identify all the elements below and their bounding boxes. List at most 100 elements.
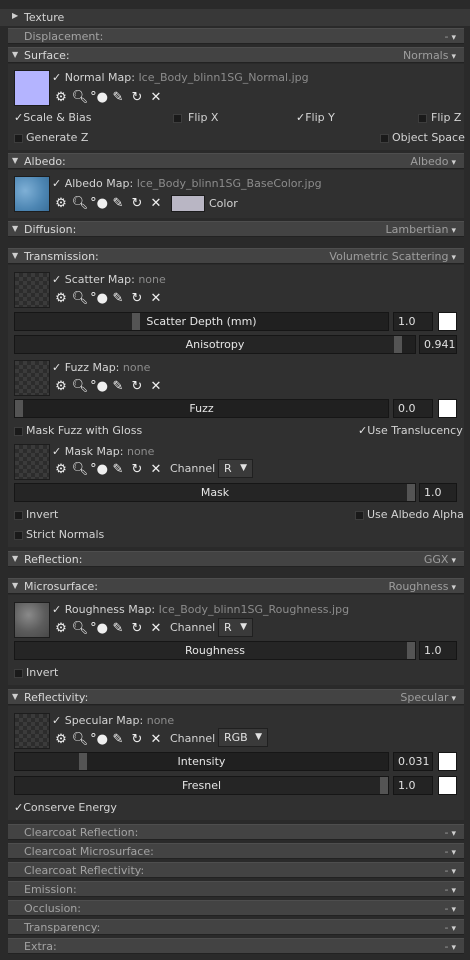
magnifier-icon[interactable]: 🔍︎ (72, 196, 89, 210)
roughness-channel-select[interactable]: R ▼ (218, 618, 253, 637)
collapsed-module-header[interactable]: Transparency: - ▾ (8, 919, 464, 935)
reload-icon[interactable]: ↻ (130, 90, 144, 104)
reload-icon[interactable]: ↻ (130, 732, 144, 746)
reload-icon[interactable]: ↻ (130, 379, 144, 393)
reflection-mode-dropdown[interactable]: GGX ▾ (424, 553, 456, 566)
collapsed-module-mode-dropdown[interactable]: - ▾ (444, 902, 456, 915)
diffusion-header[interactable]: ▼ Diffusion: Lambertian ▾ (8, 221, 464, 237)
mask-map-thumbnail[interactable] (14, 444, 50, 480)
collapsed-module-mode-dropdown[interactable]: - ▾ (444, 883, 456, 896)
pencil-icon[interactable]: ✎ (111, 462, 125, 476)
anisotropy-slider[interactable]: Anisotropy (14, 335, 416, 354)
scatter-color-swatch[interactable] (438, 312, 457, 331)
surface-header[interactable]: ▼ Surface: Normals ▾ (8, 47, 464, 63)
pencil-icon[interactable]: ✎ (111, 379, 125, 393)
close-icon[interactable]: ✕ (149, 462, 163, 476)
albedo-color-swatch[interactable] (171, 195, 205, 212)
object-space-checkbox[interactable] (380, 134, 389, 143)
intensity-slider[interactable]: Intensity (14, 752, 389, 771)
gear-icon[interactable]: ⚙ (54, 90, 68, 104)
collapsed-module-header[interactable]: Clearcoat Reflectivity: - ▾ (8, 862, 464, 878)
surface-mode-dropdown[interactable]: Normals ▾ (403, 49, 456, 62)
fresnel-value[interactable]: 1.0 (393, 776, 433, 795)
generate-z-checkbox[interactable] (14, 134, 23, 143)
gear-icon[interactable]: ⚙ (54, 732, 68, 746)
microsurface-mode-dropdown[interactable]: Roughness ▾ (388, 580, 456, 593)
fresnel-slider[interactable]: Fresnel (14, 776, 389, 795)
pencil-icon[interactable]: ✎ (111, 621, 125, 635)
conserve-energy-checkbox[interactable]: ✓Conserve Energy (14, 801, 117, 814)
fuzz-map-file[interactable]: none (123, 361, 150, 374)
microsurface-invert-checkbox[interactable] (14, 669, 23, 678)
strict-normals-checkbox[interactable] (14, 531, 23, 540)
eyedropper-icon[interactable]: °● (90, 90, 108, 104)
scale-bias-checkbox[interactable]: ✓Scale & Bias (14, 111, 91, 124)
collapsed-module-header[interactable]: Clearcoat Microsurface: - ▾ (8, 843, 464, 859)
close-icon[interactable]: ✕ (149, 90, 163, 104)
magnifier-icon[interactable]: 🔍︎ (72, 90, 89, 104)
gear-icon[interactable]: ⚙ (54, 291, 68, 305)
fuzz-map-thumbnail[interactable] (14, 360, 50, 396)
eyedropper-icon[interactable]: °● (90, 291, 108, 305)
fresnel-color-swatch[interactable] (438, 776, 457, 795)
collapsed-module-mode-dropdown[interactable]: - ▾ (444, 864, 456, 877)
eyedropper-icon[interactable]: °● (90, 379, 108, 393)
reload-icon[interactable]: ↻ (130, 291, 144, 305)
gear-icon[interactable]: ⚙ (54, 196, 68, 210)
reload-icon[interactable]: ↻ (130, 621, 144, 635)
specular-color-swatch[interactable] (438, 752, 457, 771)
flip-z-checkbox[interactable] (418, 114, 427, 123)
specular-map-thumbnail[interactable] (14, 713, 50, 749)
collapsed-module-mode-dropdown[interactable]: - ▾ (444, 826, 456, 839)
close-icon[interactable]: ✕ (149, 291, 163, 305)
reload-icon[interactable]: ↻ (130, 462, 144, 476)
mask-fuzz-gloss-checkbox[interactable] (14, 427, 23, 436)
magnifier-icon[interactable]: 🔍︎ (72, 462, 89, 476)
roughness-map-file[interactable]: Ice_Body_blinn1SG_Roughness.jpg (159, 603, 349, 616)
collapsed-module-header[interactable]: Occlusion: - ▾ (8, 900, 464, 916)
fuzz-slider[interactable]: Fuzz (14, 399, 389, 418)
pencil-icon[interactable]: ✎ (111, 90, 125, 104)
scatter-depth-value[interactable]: 1.0 (393, 312, 433, 331)
albedo-map-file[interactable]: Ice_Body_blinn1SG_BaseColor.jpg (137, 177, 322, 190)
close-icon[interactable]: ✕ (149, 196, 163, 210)
mask-value[interactable]: 1.0 (419, 483, 457, 502)
transmission-mode-dropdown[interactable]: Volumetric Scattering ▾ (329, 250, 456, 263)
scatter-map-file[interactable]: none (138, 273, 165, 286)
fuzz-value[interactable]: 0.0 (393, 399, 433, 418)
scatter-depth-slider[interactable]: Scatter Depth (mm) (14, 312, 389, 331)
collapsed-module-mode-dropdown[interactable]: - ▾ (444, 940, 456, 953)
microsurface-header[interactable]: ▼ Microsurface: Roughness ▾ (8, 578, 464, 594)
displacement-mode[interactable]: - ▾ (444, 30, 456, 43)
close-icon[interactable]: ✕ (149, 621, 163, 635)
mask-slider[interactable]: Mask (14, 483, 416, 502)
magnifier-icon[interactable]: 🔍︎ (72, 291, 89, 305)
pencil-icon[interactable]: ✎ (111, 196, 125, 210)
roughness-map-thumbnail[interactable] (14, 602, 50, 638)
collapsed-module-header[interactable]: Extra: - ▾ (8, 938, 464, 954)
use-translucency-checkbox[interactable]: ✓Use Translucency (358, 424, 463, 437)
close-icon[interactable]: ✕ (149, 379, 163, 393)
flip-y-checkbox[interactable]: ✓Flip Y (296, 111, 335, 124)
eyedropper-icon[interactable]: °● (90, 462, 108, 476)
reflectivity-mode-dropdown[interactable]: Specular ▾ (400, 691, 456, 704)
flip-x-checkbox[interactable] (173, 114, 182, 123)
magnifier-icon[interactable]: 🔍︎ (72, 621, 89, 635)
albedo-header[interactable]: ▼ Albedo: Albedo ▾ (8, 153, 464, 169)
intensity-value[interactable]: 0.031 (393, 752, 433, 771)
roughness-slider[interactable]: Roughness (14, 641, 416, 660)
eyedropper-icon[interactable]: °● (90, 196, 108, 210)
pencil-icon[interactable]: ✎ (111, 291, 125, 305)
normal-map-file[interactable]: Ice_Body_blinn1SG_Normal.jpg (138, 71, 308, 84)
eyedropper-icon[interactable]: °● (90, 621, 108, 635)
scatter-map-thumbnail[interactable] (14, 272, 50, 308)
collapsed-module-header[interactable]: Clearcoat Reflection: - ▾ (8, 824, 464, 840)
specular-map-file[interactable]: none (147, 714, 174, 727)
gear-icon[interactable]: ⚙ (54, 621, 68, 635)
anisotropy-value[interactable]: 0.941 (419, 335, 457, 354)
specular-channel-select[interactable]: RGB ▼ (218, 728, 268, 747)
fuzz-color-swatch[interactable] (438, 399, 457, 418)
close-icon[interactable]: ✕ (149, 732, 163, 746)
mask-channel-select[interactable]: R ▼ (218, 459, 253, 478)
collapsed-module-mode-dropdown[interactable]: - ▾ (444, 921, 456, 934)
